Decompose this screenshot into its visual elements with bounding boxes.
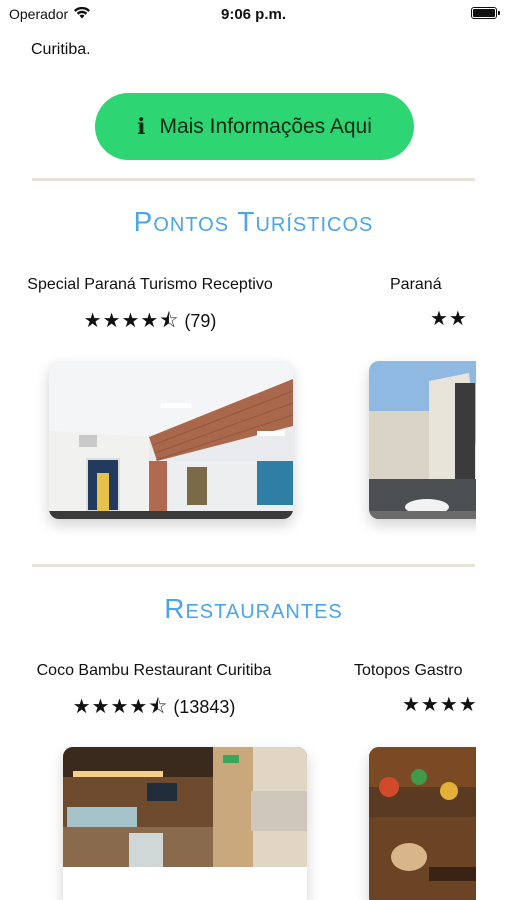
star-rating-icon: ★★★★ — [402, 694, 476, 716]
card-name: Paraná — [390, 276, 442, 293]
star-rating-icon: ★★ — [430, 308, 468, 330]
review-count: (13843) — [173, 697, 236, 717]
status-bar: Operador 9:06 p.m. — [0, 0, 507, 28]
restaurants-carousel[interactable]: Coco Bambu Restaurant Curitiba ★★★★⯪ (13… — [0, 662, 476, 900]
card-rating: ★★★★⯪ (13843) — [24, 692, 284, 726]
intro-text: Curitiba. — [31, 41, 91, 58]
card-name: Coco Bambu Restaurant Curitiba — [36, 662, 272, 679]
info-icon: i — [137, 113, 146, 140]
tourism-card-image[interactable] — [369, 361, 476, 519]
star-rating-icon: ★★★★⯪ — [72, 696, 169, 718]
review-count: (79) — [184, 311, 217, 331]
restaurant-card-image[interactable] — [369, 747, 476, 900]
divider — [32, 178, 475, 181]
more-info-label: Mais Informações Aqui — [159, 114, 372, 138]
card-rating: ★★★★⯪ (79) — [20, 306, 280, 340]
more-info-button[interactable]: i Mais Informações Aqui — [95, 93, 414, 160]
battery-icon — [471, 7, 500, 19]
tourism-section-title: Pontos Turísticos — [133, 206, 374, 237]
status-time: 9:06 p.m. — [220, 6, 287, 23]
card-name: Special Paraná Turismo Receptivo — [27, 276, 273, 293]
tourism-card-image[interactable] — [49, 361, 293, 519]
card-name: Totopos Gastro — [354, 662, 463, 679]
restaurant-card-image[interactable] — [63, 747, 307, 900]
star-rating-icon: ★★★★⯪ — [83, 310, 180, 332]
tourism-carousel[interactable]: Special Paraná Turismo Receptivo ★★★★⯪ (… — [0, 276, 476, 536]
restaurants-section-title: Restaurantes — [164, 593, 343, 624]
card-rating: ★★★★ — [340, 692, 476, 717]
divider — [32, 564, 475, 567]
card-rating: ★★ — [340, 306, 468, 331]
